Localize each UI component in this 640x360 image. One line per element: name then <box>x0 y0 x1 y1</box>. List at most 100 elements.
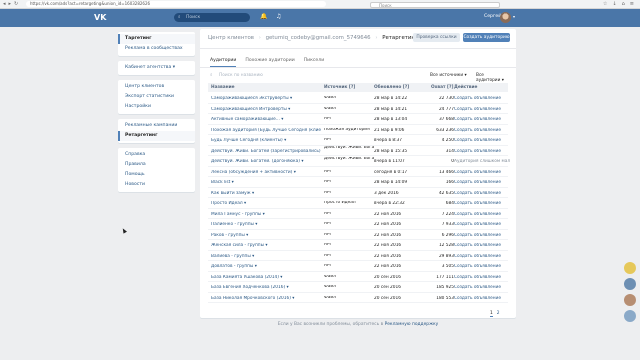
avatar[interactable] <box>500 12 511 23</box>
tab-pixels[interactable]: Пиксели <box>304 58 325 67</box>
audience-name-link[interactable]: База Евгения Ходченкова (2016) ▾ <box>211 285 321 290</box>
column-header-name[interactable]: Название <box>211 85 235 90</box>
forward-icon[interactable]: ▸ <box>9 1 12 7</box>
source-filter-select[interactable]: Все источники ▾ <box>430 73 467 78</box>
audience-coverage: 166 <box>445 180 454 185</box>
audience-filter-select[interactable]: Все аудитории ▾ <box>476 73 508 83</box>
create-audience-button[interactable]: Создать аудиторию <box>463 33 510 42</box>
download-icon[interactable]: ↓ <box>612 1 616 7</box>
create-ad-link[interactable]: Создать объявление <box>454 138 510 143</box>
audience-name-link[interactable]: Как выйти замуж ▾ <box>211 191 321 196</box>
tab-audiences[interactable]: Аудитории <box>210 58 237 67</box>
audience-status: Аудитория слишком мала <box>454 159 510 164</box>
create-ad-link[interactable]: Создать объявление <box>454 233 510 238</box>
audience-name-link[interactable]: Раков - группы ▾ <box>211 233 321 238</box>
address-bar[interactable]: https://vk.com/ads?act=retargeting&union… <box>26 1 326 7</box>
audience-name-link[interactable]: Похожая аудитория (Будь Лучше Сегодня (к… <box>211 128 321 133</box>
table-row: Мила Гамнус - группы ▾ API 22 ноя 2016 7 22… <box>208 209 510 219</box>
menu-item-community-ads[interactable]: Реклама в сообществах <box>118 44 195 54</box>
menu-item-settings[interactable]: Настройки <box>118 102 195 112</box>
create-ad-link[interactable]: Создать объявление <box>454 296 510 301</box>
back-icon[interactable]: ◂ <box>3 1 6 7</box>
create-ad-link[interactable]: Создать объявление <box>454 264 510 269</box>
create-ad-link[interactable]: Создать объявление <box>454 117 510 122</box>
audience-name-link[interactable]: Самораживающиеся Интроверты ▾ <box>211 107 321 112</box>
tab-lookalike[interactable]: Похожие аудитории <box>245 58 294 67</box>
audience-name-link[interactable]: Палиенко - группы ▾ <box>211 222 321 227</box>
column-header-coverage[interactable]: Охват [?] <box>431 85 453 90</box>
audience-source: Действуй. Живи. Богатей. / API <box>324 146 374 150</box>
vk-search-input[interactable]: ⌕ Поиск <box>174 13 250 22</box>
create-ad-link[interactable]: Создать объявление <box>454 212 510 217</box>
star-icon[interactable]: ☆ <box>603 1 607 7</box>
page-1[interactable]: 1 <box>490 311 493 317</box>
menu-item-export-stats[interactable]: Экспорт статистики <box>118 92 195 102</box>
avatar[interactable] <box>624 310 636 322</box>
audience-name-link[interactable]: Женская сила - группы ▾ <box>211 243 321 248</box>
audience-name-link[interactable]: База Камията Ушакова (2014) ▾ <box>211 275 321 280</box>
audience-name-link[interactable]: Действуй. Живи. Богатей. (догоняюка) ▾ <box>211 159 321 164</box>
check-link-button[interactable]: Проверка ссылки <box>413 33 460 42</box>
audience-name-link[interactable]: Действуй. Живи. Богатей (зарегистрировал… <box>211 149 321 154</box>
menu-item-help[interactable]: Справка <box>118 150 195 160</box>
audience-search-input[interactable]: Поиск по названию <box>219 73 263 78</box>
create-ad-link[interactable]: Создать объявление <box>454 149 510 154</box>
support-link[interactable]: Рекламную поддержку <box>385 322 439 327</box>
create-ad-link[interactable]: Создать объявление <box>454 285 510 290</box>
audience-name-link[interactable]: Black list ▾ <box>211 180 321 185</box>
audience-name-link[interactable]: Самораживающиеся Экструверты ▾ <box>211 96 321 101</box>
audience-source: API <box>324 232 331 237</box>
menu-item-agency-cabinet[interactable]: Кабинет агентства ▾ <box>118 63 195 73</box>
menu-item-support[interactable]: Помощь <box>118 170 195 180</box>
vk-logo[interactable]: VK <box>94 13 106 23</box>
create-ad-link[interactable]: Создать объявление <box>454 96 510 101</box>
create-ad-link[interactable]: Создать объявление <box>454 201 510 206</box>
reload-icon[interactable]: ↻ <box>14 1 18 7</box>
audience-name-link[interactable]: Лексна (обсуждения + активности) ▾ <box>211 170 321 175</box>
menu-item-campaigns[interactable]: Рекламные кампании <box>118 121 195 131</box>
menu-item-news[interactable]: Новости <box>118 180 195 190</box>
menu-item-targeting[interactable]: Таргетинг <box>118 34 195 44</box>
audience-name-link[interactable]: Довлатов - группы ▾ <box>211 264 321 269</box>
create-ad-link[interactable]: Создать объявление <box>454 128 510 133</box>
menu-item-client-center[interactable]: Центр клиентов <box>118 82 195 92</box>
mouse-cursor <box>121 227 127 234</box>
breadcrumb-client[interactable]: getumiq_codeby@gmail.com_5749646 <box>266 35 371 41</box>
audience-name-link[interactable]: База Николая Мрочковского (2016) ▾ <box>211 296 321 301</box>
menu-icon[interactable]: ≡ <box>630 1 634 7</box>
audience-updated: 22 ноя 2016 <box>374 264 402 269</box>
audience-coverage: 42 635 <box>438 190 454 196</box>
audience-name-link[interactable]: Мила Гамнус - группы ▾ <box>211 212 321 217</box>
audience-name-link[interactable]: Активные самораживающие... ▾ <box>211 117 321 122</box>
create-ad-link[interactable]: Создать объявление <box>454 222 510 227</box>
audience-updated: 20 сен 2016 <box>374 295 401 301</box>
create-ad-link[interactable]: Создать объявление <box>454 107 510 112</box>
audience-name-link[interactable]: Будь Лучше Сегодня (клиенты) ▾ <box>211 138 321 143</box>
avatar[interactable] <box>624 262 636 274</box>
user-name[interactable]: Сергей <box>484 14 501 19</box>
create-ad-link[interactable]: Создать объявление <box>454 170 510 175</box>
audience-name-link[interactable]: Валиева - группы ▾ <box>211 254 321 259</box>
home-icon[interactable]: ⌂ <box>622 1 625 7</box>
create-ad-link[interactable]: Создать объявление <box>454 191 510 196</box>
menu-item-retargeting[interactable]: Ретаргетинг <box>118 131 195 141</box>
browser-search-input[interactable]: Поиск <box>370 1 500 8</box>
avatar[interactable] <box>624 294 636 306</box>
music-icon[interactable]: ♫ <box>276 13 281 20</box>
create-ad-link[interactable]: Создать объявление <box>454 275 510 280</box>
breadcrumb-client-center[interactable]: Центр клиентов <box>208 35 254 41</box>
create-ad-link[interactable]: Создать объявление <box>454 180 510 185</box>
audience-name-link[interactable]: Просто Идеал ▾ <box>211 201 321 206</box>
table-row: Раков - группы ▾ API 22 ноя 2016 6 296 Созда… <box>208 230 510 240</box>
divider <box>200 48 516 49</box>
create-ad-link[interactable]: Создать объявление <box>454 254 510 259</box>
column-header-action: Действие <box>454 85 478 91</box>
page-2[interactable]: 2 <box>497 311 500 317</box>
column-header-source[interactable]: Источник [?] <box>324 85 355 90</box>
create-ad-link[interactable]: Создать объявление <box>454 243 510 248</box>
bell-icon[interactable]: 🔔 <box>260 13 267 20</box>
menu-item-rules[interactable]: Правила <box>118 160 195 170</box>
chevron-down-icon[interactable]: ▾ <box>513 14 515 19</box>
avatar[interactable] <box>624 278 636 290</box>
column-header-updated[interactable]: Обновлено [?] <box>374 85 409 90</box>
